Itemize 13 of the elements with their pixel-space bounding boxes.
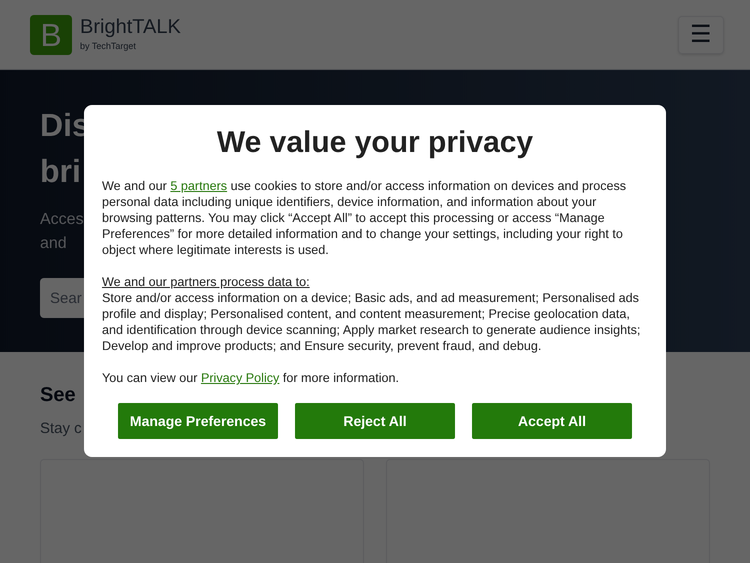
hero-subtitle: and [40,234,67,254]
purposes-text: Store and/or access information on a device; Basic ads, and ad measurement; Personalised ads profile and display; Personalised content, and content measurement; Precise geolocation data, and identification through device scanning; Apply market research to generate audience insights; Develop and improve products; and Ensure security, prevent fraud, and debug. [102,290,642,354]
purposes-heading: We and our partners process data to: [102,274,311,290]
logo-icon: B [30,14,72,54]
section-subtitle: Stay c [40,419,82,439]
hero-title: bri [40,152,81,191]
brand-name: BrightTALK [80,15,181,40]
policy-text: You can view our Privacy Policy for more information. [102,370,400,386]
section-title: See [40,383,76,408]
brand-tagline: by TechTarget [80,40,137,54]
consent-text: We and our 5 partners use cookies to store and/or access information on devices and process personal data including unique identifiers, device information, and information about your browsing patterns. You may click “Accept All” to accept this processing or access “Manage Preferences” for more detailed information and to change your settings, including your right to object where legitimate interests is used. [102,178,628,258]
hero-subtitle: Acces [40,210,84,230]
dialog-title: We value your privacy [216,125,534,161]
